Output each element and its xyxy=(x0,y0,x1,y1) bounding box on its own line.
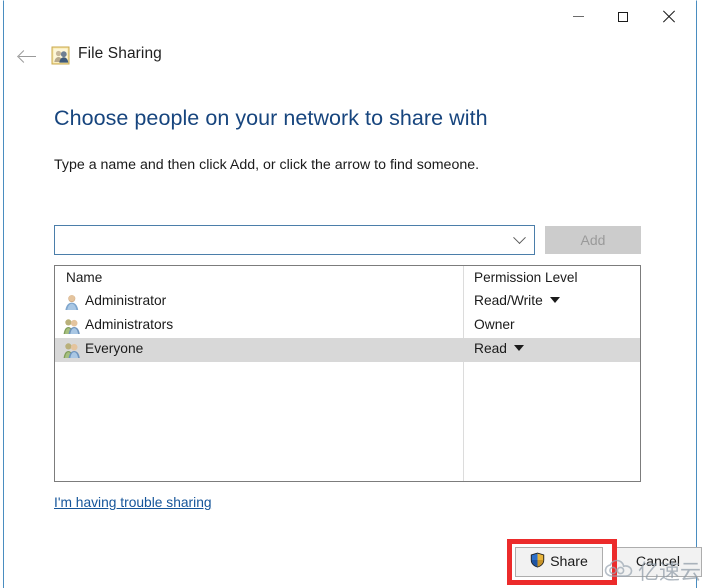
name-combobox[interactable] xyxy=(54,225,535,255)
column-header-permission: Permission Level xyxy=(474,270,578,285)
table-row[interactable]: Administrators Owner xyxy=(55,314,640,338)
row-name: Administrators xyxy=(85,317,174,332)
permission-dropdown-icon[interactable] xyxy=(513,345,524,351)
window-title: File Sharing xyxy=(78,45,162,62)
row-permission: Owner xyxy=(474,317,515,332)
file-sharing-folder-icon xyxy=(51,46,71,65)
table-row[interactable]: Everyone Read xyxy=(55,338,640,362)
row-permission[interactable]: Read xyxy=(474,341,524,356)
list-header: Name Permission Level xyxy=(55,266,640,290)
row-name: Administrator xyxy=(85,293,167,308)
minimize-button[interactable] xyxy=(555,1,601,32)
user-group-icon xyxy=(63,317,81,335)
minimize-icon xyxy=(572,16,584,17)
table-row[interactable]: Administrator Read/Write xyxy=(55,290,640,314)
add-button[interactable]: Add xyxy=(545,226,641,254)
cancel-button[interactable]: Cancel xyxy=(614,547,702,577)
chevron-glyph xyxy=(513,230,526,244)
share-button[interactable]: Share xyxy=(515,547,603,577)
cancel-button-label: Cancel xyxy=(635,554,681,570)
back-button[interactable] xyxy=(12,42,42,70)
navigation-row: File Sharing xyxy=(4,41,696,75)
maximize-icon xyxy=(618,11,628,22)
row-name: Everyone xyxy=(85,341,144,356)
file-sharing-window: File Sharing Choose people on your netwo… xyxy=(3,0,702,588)
close-button[interactable] xyxy=(645,1,691,32)
permission-dropdown-icon[interactable] xyxy=(549,297,560,303)
single-user-icon xyxy=(63,293,81,311)
trouble-sharing-link[interactable]: I'm having trouble sharing xyxy=(54,495,212,510)
permissions-list[interactable]: Name Permission Level Administrator Read… xyxy=(54,265,641,482)
page-instructions: Type a name and then click Add, or click… xyxy=(54,157,480,173)
page-title: Choose people on your network to share w… xyxy=(54,106,488,130)
column-header-name: Name xyxy=(66,270,103,285)
uac-shield-icon xyxy=(530,552,545,572)
maximize-button[interactable] xyxy=(600,1,646,32)
share-button-label: Share xyxy=(550,554,588,570)
user-group-icon xyxy=(63,341,81,359)
title-bar xyxy=(4,1,696,35)
close-icon xyxy=(662,10,675,23)
row-permission-value: Read/Write xyxy=(474,293,543,308)
back-arrow-icon xyxy=(18,50,36,63)
row-permission[interactable]: Read/Write xyxy=(474,293,560,308)
row-permission-value: Read xyxy=(474,341,507,356)
chevron-down-icon[interactable] xyxy=(507,226,532,254)
row-permission-value: Owner xyxy=(474,317,515,332)
